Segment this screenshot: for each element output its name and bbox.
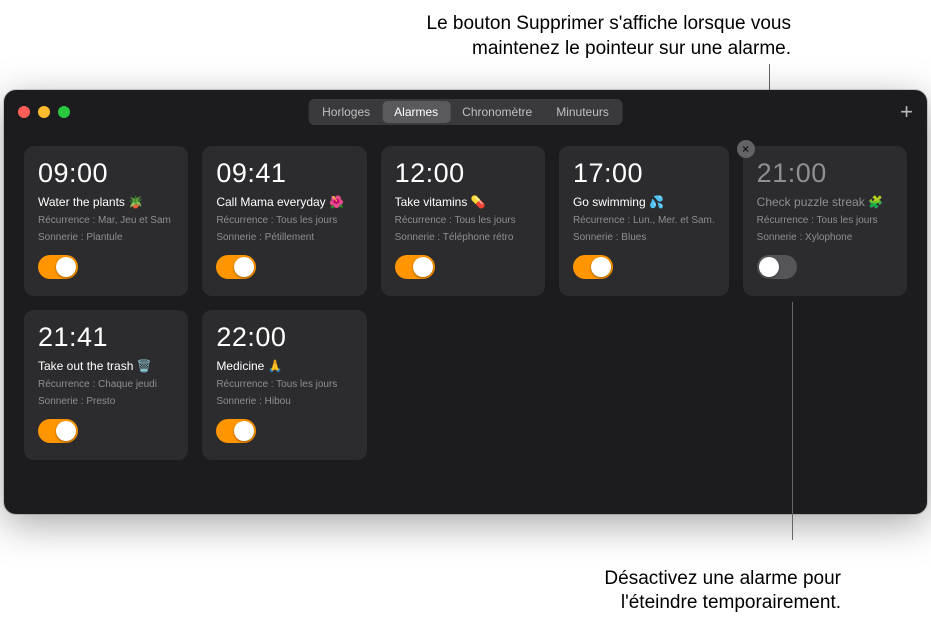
- alarm-time: 12:00: [395, 158, 531, 189]
- toggle-knob: [234, 421, 254, 441]
- close-window-button[interactable]: [18, 106, 30, 118]
- alarm-sound: Sonnerie : Plantule: [38, 232, 174, 243]
- alarm-card[interactable]: 21:41 Take out the trash 🗑️ Récurrence : C…: [24, 310, 188, 460]
- alarm-card[interactable]: 12:00 Take vitamins 💊 Récurrence : Tous le…: [381, 146, 545, 296]
- toggle-knob: [591, 257, 611, 277]
- tab-alarmes[interactable]: Alarmes: [382, 101, 450, 123]
- fullscreen-window-button[interactable]: [58, 106, 70, 118]
- alarm-toggle[interactable]: [216, 255, 256, 279]
- alarm-sound: Sonnerie : Blues: [573, 232, 715, 243]
- alarm-card[interactable]: 09:41 Call Mama everyday 🌺 Récurrence : To…: [202, 146, 366, 296]
- callout-line: Le bouton Supprimer s'affiche lorsque vo…: [427, 12, 792, 37]
- alarm-card[interactable]: 17:00 Go swimming 💦 Récurrence : Lun., Mer…: [559, 146, 729, 296]
- alarm-label: Go swimming 💦: [573, 195, 715, 209]
- callout-delete-button: Le bouton Supprimer s'affiche lorsque vo…: [427, 12, 792, 61]
- alarm-recurrence: Récurrence : Tous les jours: [757, 215, 893, 226]
- alarm-card[interactable]: 22:00 Medicine 🙏 Récurrence : Tous les jou…: [202, 310, 366, 460]
- tab-minuteurs[interactable]: Minuteurs: [544, 101, 621, 123]
- callout-line: l'éteindre temporairement.: [604, 591, 841, 616]
- alarm-card[interactable]: 09:00 Water the plants 🪴 Récurrence : Mar,…: [24, 146, 188, 296]
- tab-chronometre[interactable]: Chronomètre: [450, 101, 544, 123]
- alarm-recurrence: Récurrence : Tous les jours: [395, 215, 531, 226]
- toggle-knob: [56, 421, 76, 441]
- alarm-time: 09:00: [38, 158, 174, 189]
- alarm-label: Check puzzle streak 🧩: [757, 195, 893, 209]
- alarm-sound: Sonnerie : Xylophone: [757, 232, 893, 243]
- alarm-recurrence: Récurrence : Chaque jeudi: [38, 379, 174, 390]
- alarm-sound: Sonnerie : Presto: [38, 396, 174, 407]
- toggle-knob: [234, 257, 254, 277]
- alarm-toggle[interactable]: [395, 255, 435, 279]
- alarm-recurrence: Récurrence : Lun., Mer. et Sam.: [573, 215, 715, 226]
- alarm-card[interactable]: ×21:00Check puzzle streak 🧩Récurrence : …: [743, 146, 907, 296]
- alarm-label: Take vitamins 💊: [395, 195, 531, 209]
- alarm-recurrence: Récurrence : Tous les jours: [216, 215, 352, 226]
- window-controls: [18, 106, 70, 118]
- delete-alarm-button[interactable]: ×: [737, 140, 755, 158]
- alarm-sound: Sonnerie : Pétillement: [216, 232, 352, 243]
- callout-disable-alarm: Désactivez une alarme pour l'éteindre te…: [604, 567, 841, 616]
- alarm-label: Water the plants 🪴: [38, 195, 174, 209]
- callout-line: Désactivez une alarme pour: [604, 567, 841, 592]
- alarm-toggle[interactable]: [216, 419, 256, 443]
- alarm-time: 21:00: [757, 158, 893, 189]
- alarm-toggle[interactable]: [38, 419, 78, 443]
- toggle-knob: [56, 257, 76, 277]
- toggle-knob: [413, 257, 433, 277]
- alarm-toggle[interactable]: [757, 255, 797, 279]
- alarm-time: 09:41: [216, 158, 352, 189]
- alarm-label: Medicine 🙏: [216, 359, 352, 373]
- alarm-label: Call Mama everyday 🌺: [216, 195, 352, 209]
- alarm-time: 21:41: [38, 322, 174, 353]
- callout-line: maintenez le pointeur sur une alarme.: [427, 37, 792, 62]
- tab-horloges[interactable]: Horloges: [310, 101, 382, 123]
- alarms-grid: 09:00 Water the plants 🪴 Récurrence : Mar,…: [4, 134, 927, 472]
- alarm-recurrence: Récurrence : Mar, Jeu et Sam: [38, 215, 174, 226]
- clock-app-window: Horloges Alarmes Chronomètre Minuteurs +…: [4, 90, 927, 514]
- alarm-label: Take out the trash 🗑️: [38, 359, 174, 373]
- leader-line-bottom: [792, 302, 793, 540]
- alarm-sound: Sonnerie : Hibou: [216, 396, 352, 407]
- toggle-knob: [759, 257, 779, 277]
- alarm-time: 17:00: [573, 158, 715, 189]
- alarm-recurrence: Récurrence : Tous les jours: [216, 379, 352, 390]
- alarm-time: 22:00: [216, 322, 352, 353]
- titlebar: Horloges Alarmes Chronomètre Minuteurs +: [4, 90, 927, 134]
- alarm-sound: Sonnerie : Téléphone rétro: [395, 232, 531, 243]
- alarm-toggle[interactable]: [573, 255, 613, 279]
- alarm-toggle[interactable]: [38, 255, 78, 279]
- minimize-window-button[interactable]: [38, 106, 50, 118]
- mode-tabs: Horloges Alarmes Chronomètre Minuteurs: [308, 99, 623, 125]
- add-alarm-button[interactable]: +: [900, 99, 913, 125]
